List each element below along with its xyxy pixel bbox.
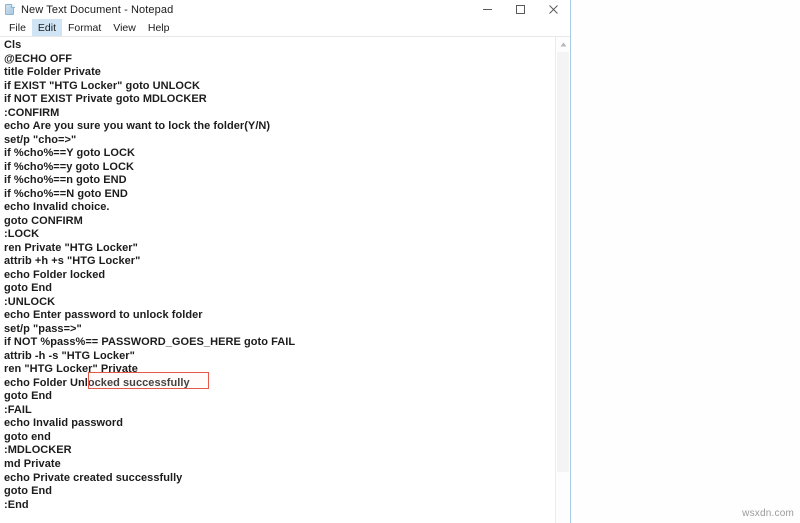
menu-item-file[interactable]: File	[3, 19, 32, 36]
code-line: echo Private created successfully	[4, 471, 183, 484]
code-line: goto end	[4, 430, 51, 443]
code-line: attrib +h +s "HTG Locker"	[4, 255, 141, 268]
maximize-button[interactable]	[504, 0, 537, 19]
code-line: goto End	[4, 485, 53, 498]
code-line: :CONFIRM	[4, 106, 60, 119]
watermark: wsxdn.com	[742, 508, 794, 519]
menu-item-help[interactable]: Help	[142, 19, 176, 36]
code-line: if EXIST "HTG Locker" goto UNLOCK	[4, 79, 201, 92]
window-controls	[471, 0, 570, 19]
code-line: ren Private "HTG Locker"	[4, 241, 138, 254]
code-line: goto End	[4, 282, 53, 295]
scrollbar-thumb[interactable]	[557, 52, 569, 472]
code-line: title Folder Private	[4, 66, 101, 79]
code-line: echo Enter password to unlock folder	[4, 309, 203, 322]
scroll-up-button[interactable]	[556, 37, 570, 52]
code-line: :MDLOCKER	[4, 444, 72, 457]
minimize-button[interactable]	[471, 0, 504, 19]
menu-item-view[interactable]: View	[107, 19, 142, 36]
close-icon	[549, 5, 558, 14]
code-line: ren "HTG Locker" Private	[4, 363, 138, 376]
minimize-icon	[483, 9, 492, 10]
code-line: @ECHO OFF	[4, 52, 73, 65]
code-line: attrib -h -s "HTG Locker"	[4, 349, 135, 362]
code-line: :UNLOCK	[4, 295, 56, 308]
chevron-up-icon	[560, 42, 566, 47]
code-line: if NOT %pass%== PASSWORD_GOES_HERE goto …	[4, 336, 296, 349]
code-line: if %cho%==Y goto LOCK	[4, 147, 136, 160]
code-line: md Private	[4, 457, 61, 470]
menu-item-format[interactable]: Format	[62, 19, 107, 36]
maximize-icon	[516, 5, 525, 14]
close-button[interactable]	[537, 0, 570, 19]
code-line: goto End	[4, 390, 53, 403]
editor-area: Cls @ECHO OFF title Folder Private if EXIST…	[0, 36, 570, 523]
notepad-window: New Text Document - Notepad File Edit Fo…	[0, 0, 571, 523]
code-line: echo Invalid choice.	[4, 201, 110, 214]
code-line: if %cho%==N goto END	[4, 187, 128, 200]
code-line: echo Folder locked	[4, 268, 106, 281]
vertical-scrollbar[interactable]	[555, 37, 570, 523]
notepad-document-icon	[4, 3, 16, 16]
code-line: :FAIL	[4, 403, 32, 416]
code-line: :LOCK	[4, 228, 40, 241]
code-line: if %cho%==y goto LOCK	[4, 160, 135, 173]
title-bar[interactable]: New Text Document - Notepad	[0, 0, 570, 19]
menu-item-edit[interactable]: Edit	[31, 19, 63, 36]
code-line: goto CONFIRM	[4, 214, 83, 227]
code-line: if %cho%==n goto END	[4, 174, 127, 187]
code-line: echo Are you sure you want to lock the f…	[4, 120, 271, 133]
code-line: Cls	[4, 39, 22, 51]
code-line: echo Invalid password	[4, 417, 124, 430]
code-line: :End	[4, 498, 29, 511]
code-line: set/p "pass=>"	[4, 322, 82, 335]
code-line: if NOT EXIST Private goto MDLOCKER	[4, 93, 207, 106]
menu-bar: File Edit Format View Help	[0, 19, 570, 36]
code-line: echo Folder Unlocked successfully	[4, 376, 190, 389]
text-editor[interactable]: Cls @ECHO OFF title Folder Private if EXIST…	[0, 37, 555, 523]
code-line: set/p "cho=>"	[4, 133, 77, 146]
window-title: New Text Document - Notepad	[21, 3, 174, 16]
